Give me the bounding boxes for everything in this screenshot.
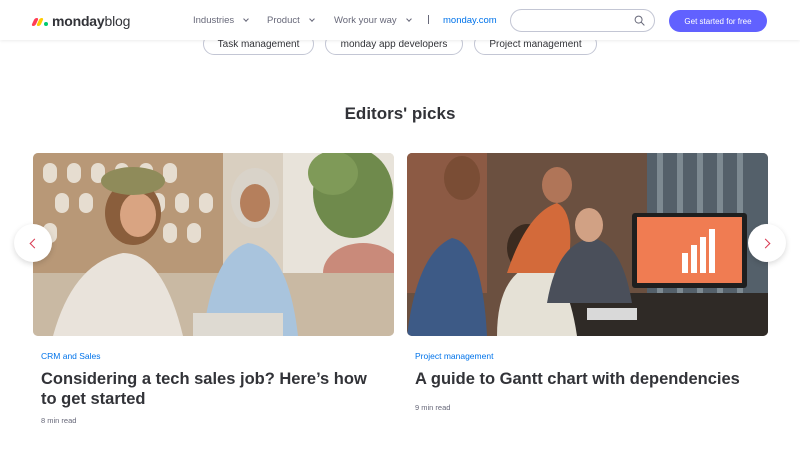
article-title[interactable]: Considering a tech sales job? Here’s how… (41, 369, 386, 409)
carousel-next-button[interactable] (748, 224, 786, 262)
monday-com-link[interactable]: monday.com (443, 15, 497, 26)
article-read-time: 8 min read (41, 416, 77, 425)
nav-work-your-way[interactable]: Work your way (334, 15, 412, 26)
site-header: mondayblog Industries Product Work your … (0, 0, 800, 40)
article-category[interactable]: Project management (415, 351, 768, 361)
chevron-down-icon (405, 16, 412, 22)
article-read-time: 9 min read (415, 403, 451, 412)
nav-product-label: Product (267, 15, 300, 26)
article-image[interactable] (407, 153, 768, 336)
chevron-right-icon (760, 238, 771, 248)
nav-divider (428, 15, 429, 24)
article-card[interactable]: CRM and Sales Considering a tech sales j… (33, 153, 394, 425)
monday-logo-icon (31, 16, 49, 26)
chevron-down-icon (243, 16, 250, 22)
nav-industries[interactable]: Industries (193, 15, 250, 26)
nav-product[interactable]: Product (267, 15, 315, 26)
monday-blog-logo[interactable]: mondayblog (31, 12, 131, 30)
chevron-left-icon (29, 238, 40, 248)
carousel-prev-button[interactable] (14, 224, 52, 262)
search-box[interactable] (510, 9, 655, 32)
section-title: Editors' picks (344, 104, 456, 123)
article-category[interactable]: CRM and Sales (41, 351, 394, 361)
get-started-button[interactable]: Get started for free (669, 10, 767, 32)
article-photo-coworkers (33, 153, 394, 336)
nav-industries-label: Industries (193, 15, 235, 26)
article-photo-team-meeting (407, 153, 768, 336)
article-image[interactable] (33, 153, 394, 336)
nav-work-your-way-label: Work your way (334, 15, 397, 26)
search-icon[interactable] (634, 15, 645, 26)
search-input[interactable] (521, 13, 636, 29)
chevron-down-icon (308, 16, 315, 22)
article-card[interactable]: Project management A guide to Gantt char… (407, 153, 768, 412)
article-title[interactable]: A guide to Gantt chart with dependencies (415, 369, 760, 389)
logo-text: mondayblog (52, 13, 131, 29)
